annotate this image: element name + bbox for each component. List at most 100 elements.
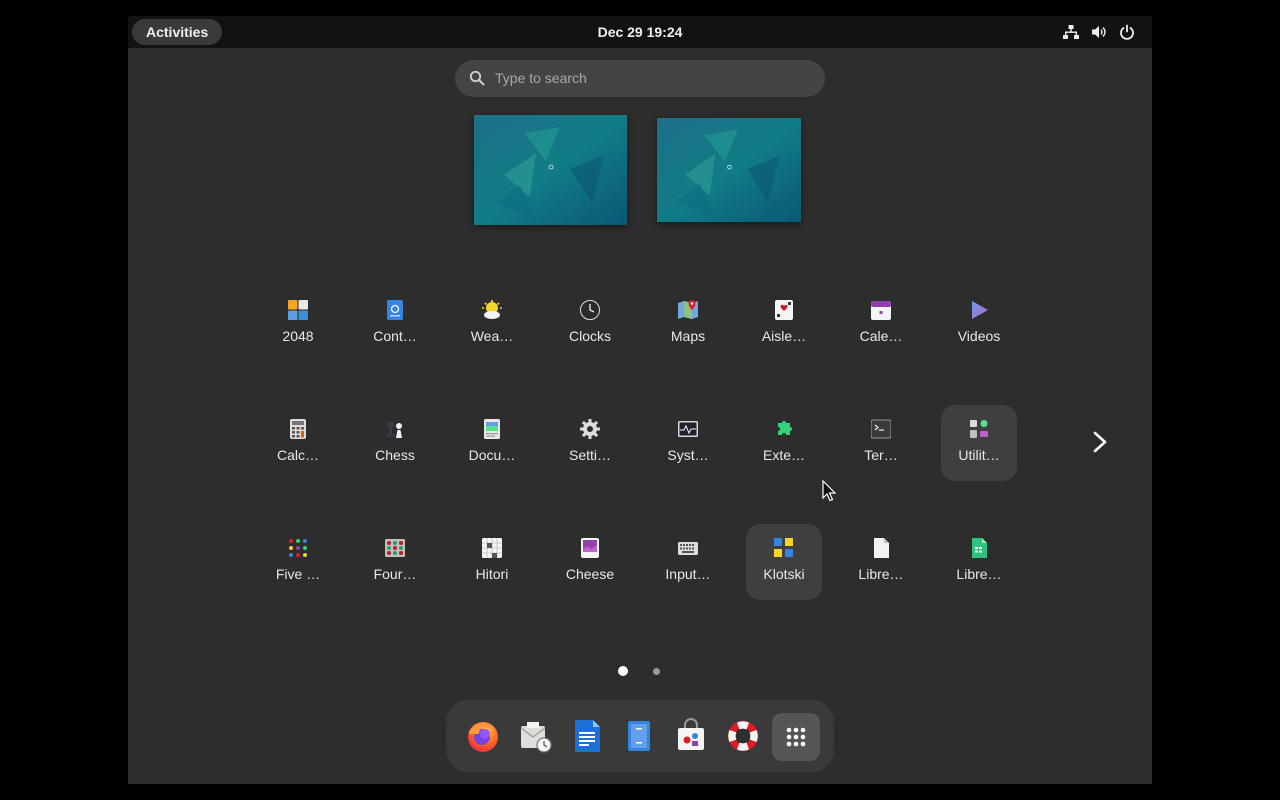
dash-libreoffice-writer[interactable] [567,716,607,756]
evolution-icon [520,722,552,753]
show-apps-icon [786,727,806,747]
app-label: Cont… [373,328,417,344]
top-bar: Activities Dec 29 19:24 [128,16,1152,48]
klotski-icon [774,538,793,557]
five-or-more-icon [289,539,307,557]
2048-icon [288,300,308,320]
app-label: Exte… [762,447,805,463]
app-calculator[interactable]: Calc… [260,405,336,481]
overview-screen: Activities Dec 29 19:24 Type to search 2… [128,16,1152,784]
system-tray[interactable] [1062,23,1136,41]
power-icon[interactable] [1118,23,1136,41]
hitori-icon [482,538,502,558]
document-viewer-icon [484,419,500,439]
show-apps-button[interactable] [772,713,820,761]
app-weather[interactable]: Wea… [454,286,530,362]
app-klotski[interactable]: Klotski [746,524,822,600]
search-icon [469,70,485,86]
app-label: Clocks [568,328,611,344]
app-contacts[interactable]: Cont… [357,286,433,362]
weather-icon [482,300,502,319]
app-label: 2048 [282,328,314,344]
videos-icon [972,301,988,319]
app-label: Cheese [565,566,615,582]
app-label: Cale… [859,328,903,344]
page-dot-1[interactable] [618,666,628,676]
dash-firefox[interactable] [463,716,503,756]
app-settings[interactable]: Setti… [552,405,628,481]
app-hitori[interactable]: Hitori [454,524,530,600]
clocks-icon [580,300,600,320]
app-label: Wea… [470,328,514,344]
workspace-thumbnail-1[interactable] [474,115,627,225]
activities-button[interactable]: Activities [132,19,223,45]
app-2048[interactable]: 2048 [260,286,336,362]
extensions-icon [778,421,792,435]
next-page-arrow-icon[interactable] [1088,429,1112,455]
app-cheese[interactable]: Cheese [552,524,628,600]
folder-utilities[interactable]: Utilit… [941,405,1017,481]
calculator-icon [290,419,306,439]
help-icon [728,721,758,751]
app-libreoffice[interactable]: Libre… [843,524,919,600]
cheese-icon [581,538,599,558]
page-dot-2[interactable] [653,668,660,675]
search-field[interactable]: Type to search [455,60,825,97]
app-input-method[interactable]: Input… [650,524,726,600]
app-system-monitor[interactable]: Syst… [650,405,726,481]
volume-icon[interactable] [1090,23,1108,41]
network-icon[interactable] [1062,23,1080,41]
app-label: Maps [670,328,706,344]
search-placeholder: Type to search [495,70,587,86]
software-icon [678,718,704,750]
app-label: Klotski [763,566,805,582]
dash [446,700,834,772]
app-label: Libre… [956,566,1002,582]
app-label: Videos [957,328,1001,344]
contacts-icon [387,300,403,320]
app-five-or-more[interactable]: Five … [260,524,336,600]
app-videos[interactable]: Videos [941,286,1017,362]
app-document-viewer[interactable]: Docu… [454,405,530,481]
dash-help[interactable] [723,716,763,756]
app-label: Setti… [568,447,611,463]
app-chess[interactable]: Chess [357,405,433,481]
files-icon [628,721,650,751]
maps-icon [678,300,698,319]
app-label: Hitori [475,566,509,582]
workspace-thumbnail-2[interactable] [657,118,801,222]
clock-container: Dec 29 19:24 [128,16,1152,48]
dash-files[interactable] [619,716,659,756]
dash-software[interactable] [671,716,711,756]
app-label: Libre… [858,566,904,582]
app-label: Four… [373,566,417,582]
app-label: Aisle… [761,328,807,344]
app-aisleriot[interactable]: Aisle… [746,286,822,362]
date-time-button[interactable]: Dec 29 19:24 [598,24,683,40]
app-label: Input… [665,566,711,582]
settings-icon [580,419,600,439]
calendar-icon [871,301,891,320]
app-label: Ter… [864,447,898,463]
terminal-icon [871,419,891,439]
app-clocks[interactable]: Clocks [552,286,628,362]
app-calendar[interactable]: Cale… [843,286,919,362]
aisleriot-icon [775,300,793,320]
app-label: Five … [275,566,321,582]
mouse-pointer-icon [822,480,836,502]
app-maps[interactable]: Maps [650,286,726,362]
app-terminal[interactable]: Ter… [843,405,919,481]
app-label: Chess [375,447,415,463]
dash-evolution[interactable] [515,716,555,756]
input-method-icon [678,542,698,555]
app-label: Calc… [276,447,319,463]
four-in-a-row-icon [385,539,405,557]
libreoffice-writer-icon [575,720,600,752]
app-libreoffice-calc[interactable]: Libre… [941,524,1017,600]
chess-icon [386,422,402,438]
app-four-in-a-row[interactable]: Four… [357,524,433,600]
app-label: Docu… [468,447,516,463]
app-extensions[interactable]: Exte… [746,405,822,481]
system-monitor-icon [678,421,698,437]
libreoffice-calc-icon [972,538,987,558]
